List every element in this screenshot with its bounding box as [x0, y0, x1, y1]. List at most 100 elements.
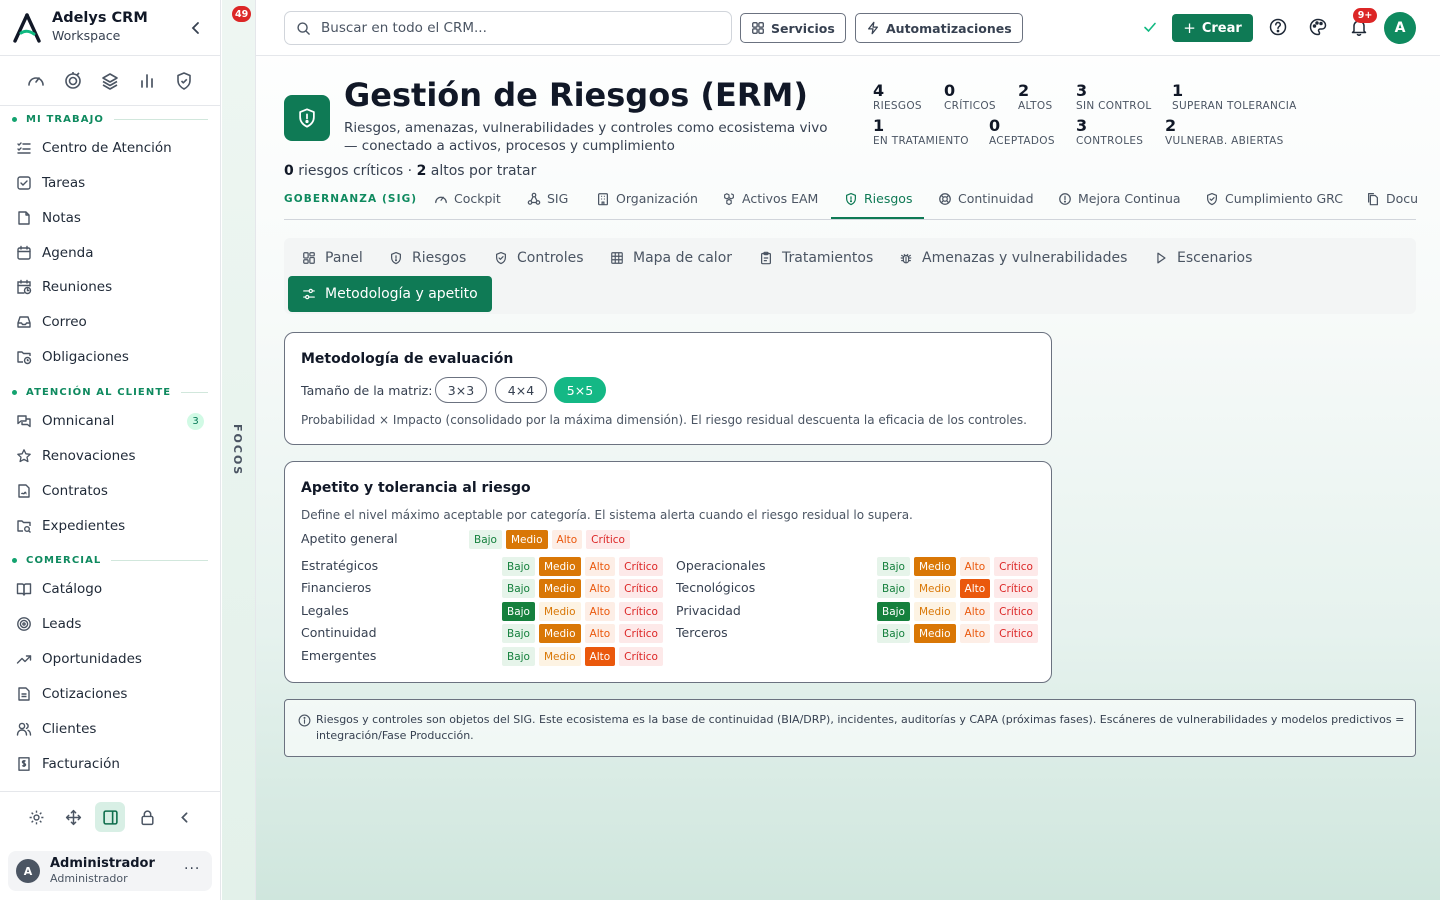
- level-chip-bajo[interactable]: Bajo: [502, 647, 535, 666]
- level-chip-alto[interactable]: Alto: [584, 579, 616, 598]
- layers-icon[interactable]: [100, 71, 120, 91]
- sidebar-item-centro-atencion[interactable]: Centro de Atención: [8, 133, 212, 163]
- sidebar-item-contratos[interactable]: Contratos: [8, 476, 212, 506]
- level-chip-bajo[interactable]: Bajo: [502, 624, 535, 643]
- level-chip-alto[interactable]: Alto: [959, 557, 991, 576]
- level-chip-alto[interactable]: Alto: [959, 579, 991, 598]
- level-chip-critico[interactable]: Crítico: [619, 647, 663, 666]
- matrix-size-4x4-button[interactable]: 4×4: [495, 377, 547, 403]
- level-chip-medio[interactable]: Medio: [913, 557, 956, 576]
- chevron-left-icon[interactable]: [186, 18, 206, 38]
- target-refresh-icon[interactable]: [63, 71, 83, 91]
- bar-chart-icon[interactable]: [137, 71, 157, 91]
- tab-mapa-calor[interactable]: Mapa de calor: [610, 240, 732, 276]
- level-chip-medio[interactable]: Medio: [538, 624, 581, 643]
- level-chip-medio[interactable]: Medio: [913, 624, 956, 643]
- sidebar-item-facturacion[interactable]: Facturación: [8, 749, 212, 779]
- active-tab-indicator: [831, 217, 924, 219]
- level-chip-critico[interactable]: Crítico: [994, 579, 1038, 598]
- crear-button[interactable]: + Crear: [1172, 14, 1253, 42]
- level-chip-bajo[interactable]: Bajo: [877, 602, 910, 621]
- sidebar-item-expedientes[interactable]: Expedientes: [8, 511, 212, 541]
- sidebar-item-catalogo[interactable]: Catálogo: [8, 574, 212, 604]
- tab-organizacion[interactable]: Organización: [596, 191, 698, 206]
- level-chip-critico[interactable]: Crítico: [994, 557, 1038, 576]
- tab-sig[interactable]: SIG: [527, 191, 568, 206]
- settings-button[interactable]: [21, 802, 51, 832]
- level-chip-alto[interactable]: Alto: [959, 602, 991, 621]
- sidebar-item-cotizaciones[interactable]: Cotizaciones: [8, 679, 212, 709]
- tab-amenazas-vulnerabilidades[interactable]: Amenazas y vulnerabilidades: [899, 240, 1127, 276]
- level-chip-critico[interactable]: Crítico: [619, 579, 663, 598]
- level-chip-bajo[interactable]: Bajo: [469, 530, 502, 549]
- palette-icon[interactable]: [1308, 17, 1328, 37]
- level-chip-bajo[interactable]: Bajo: [877, 579, 910, 598]
- tab-continuidad[interactable]: Continuidad: [938, 191, 1034, 206]
- level-chip-medio[interactable]: Medio: [538, 602, 581, 621]
- collapse-sidebar-button[interactable]: [169, 802, 199, 832]
- level-chip-critico[interactable]: Crítico: [586, 530, 630, 549]
- move-button[interactable]: [58, 802, 88, 832]
- level-chip-critico[interactable]: Crítico: [994, 624, 1038, 643]
- search-box[interactable]: [284, 11, 732, 45]
- tab-tratamientos[interactable]: Tratamientos: [759, 240, 873, 276]
- lock-button[interactable]: [132, 802, 162, 832]
- tab-activos-eam[interactable]: Activos EAM: [722, 191, 818, 206]
- sidebar-item-agenda[interactable]: Agenda: [8, 238, 212, 268]
- level-chip-medio[interactable]: Medio: [505, 530, 548, 549]
- level-chip-bajo[interactable]: Bajo: [502, 602, 535, 621]
- level-chip-medio[interactable]: Medio: [913, 602, 956, 621]
- tab-riesgos-list[interactable]: Riesgos: [389, 240, 466, 276]
- tab-documentos[interactable]: Docu: [1366, 191, 1418, 206]
- level-chip-medio[interactable]: Medio: [538, 579, 581, 598]
- sidebar-item-omnicanal[interactable]: Omnicanal 3: [8, 406, 212, 436]
- level-chip-bajo[interactable]: Bajo: [502, 557, 535, 576]
- level-chip-alto[interactable]: Alto: [959, 624, 991, 643]
- more-options-button[interactable]: ···: [184, 861, 200, 877]
- matrix-size-3x3-button[interactable]: 3×3: [435, 377, 487, 403]
- tab-mejora-continua[interactable]: Mejora Continua: [1058, 191, 1181, 206]
- sidebar-item-notas[interactable]: Notas: [8, 203, 212, 233]
- level-chip-alto[interactable]: Alto: [584, 647, 616, 666]
- shield-check-icon[interactable]: [174, 71, 194, 91]
- level-chip-alto[interactable]: Alto: [584, 624, 616, 643]
- tab-cockpit[interactable]: Cockpit: [434, 191, 501, 206]
- sidebar-item-reuniones[interactable]: Reuniones: [8, 272, 212, 302]
- level-chip-alto[interactable]: Alto: [551, 530, 583, 549]
- tab-metodologia-apetito[interactable]: Metodología y apetito: [288, 276, 492, 312]
- user-card[interactable]: A Administrador Administrador ···: [8, 851, 212, 891]
- servicios-button[interactable]: Servicios: [740, 13, 846, 43]
- tab-panel[interactable]: Panel: [302, 240, 363, 276]
- tab-cumplimiento-grc[interactable]: Cumplimiento GRC: [1205, 191, 1343, 206]
- avatar[interactable]: A: [1384, 12, 1416, 44]
- level-chip-bajo[interactable]: Bajo: [877, 557, 910, 576]
- level-chip-medio[interactable]: Medio: [538, 647, 581, 666]
- help-icon[interactable]: [1268, 17, 1288, 37]
- level-chip-alto[interactable]: Alto: [584, 557, 616, 576]
- level-chip-critico[interactable]: Crítico: [619, 624, 663, 643]
- level-chip-medio[interactable]: Medio: [538, 557, 581, 576]
- sidebar-item-tareas[interactable]: Tareas: [8, 168, 212, 198]
- level-chip-critico[interactable]: Crítico: [619, 602, 663, 621]
- tab-riesgos[interactable]: Riesgos: [844, 191, 912, 206]
- level-chip-critico[interactable]: Crítico: [994, 602, 1038, 621]
- level-chip-medio[interactable]: Medio: [913, 579, 956, 598]
- sidebar-item-clientes[interactable]: Clientes: [8, 714, 212, 744]
- panel-toggle-button[interactable]: [95, 802, 125, 832]
- level-chip-bajo[interactable]: Bajo: [502, 579, 535, 598]
- sidebar-item-obligaciones[interactable]: Obligaciones: [8, 342, 212, 372]
- sidebar-item-correo[interactable]: Correo: [8, 307, 212, 337]
- matrix-size-5x5-button[interactable]: 5×5: [554, 377, 606, 403]
- sidebar-item-renovaciones[interactable]: Renovaciones: [8, 441, 212, 471]
- gauge-icon[interactable]: [26, 71, 46, 91]
- tab-controles[interactable]: Controles: [494, 240, 584, 276]
- level-chip-alto[interactable]: Alto: [584, 602, 616, 621]
- sidebar-item-leads[interactable]: Leads: [8, 609, 212, 639]
- tab-escenarios[interactable]: Escenarios: [1154, 240, 1252, 276]
- automatizaciones-button[interactable]: Automatizaciones: [855, 13, 1023, 43]
- focos-panel[interactable]: 49 FOCOS: [222, 0, 256, 900]
- sidebar-item-oportunidades[interactable]: Oportunidades: [8, 644, 212, 674]
- level-chip-critico[interactable]: Crítico: [619, 557, 663, 576]
- level-chip-bajo[interactable]: Bajo: [877, 624, 910, 643]
- search-input[interactable]: [321, 20, 711, 36]
